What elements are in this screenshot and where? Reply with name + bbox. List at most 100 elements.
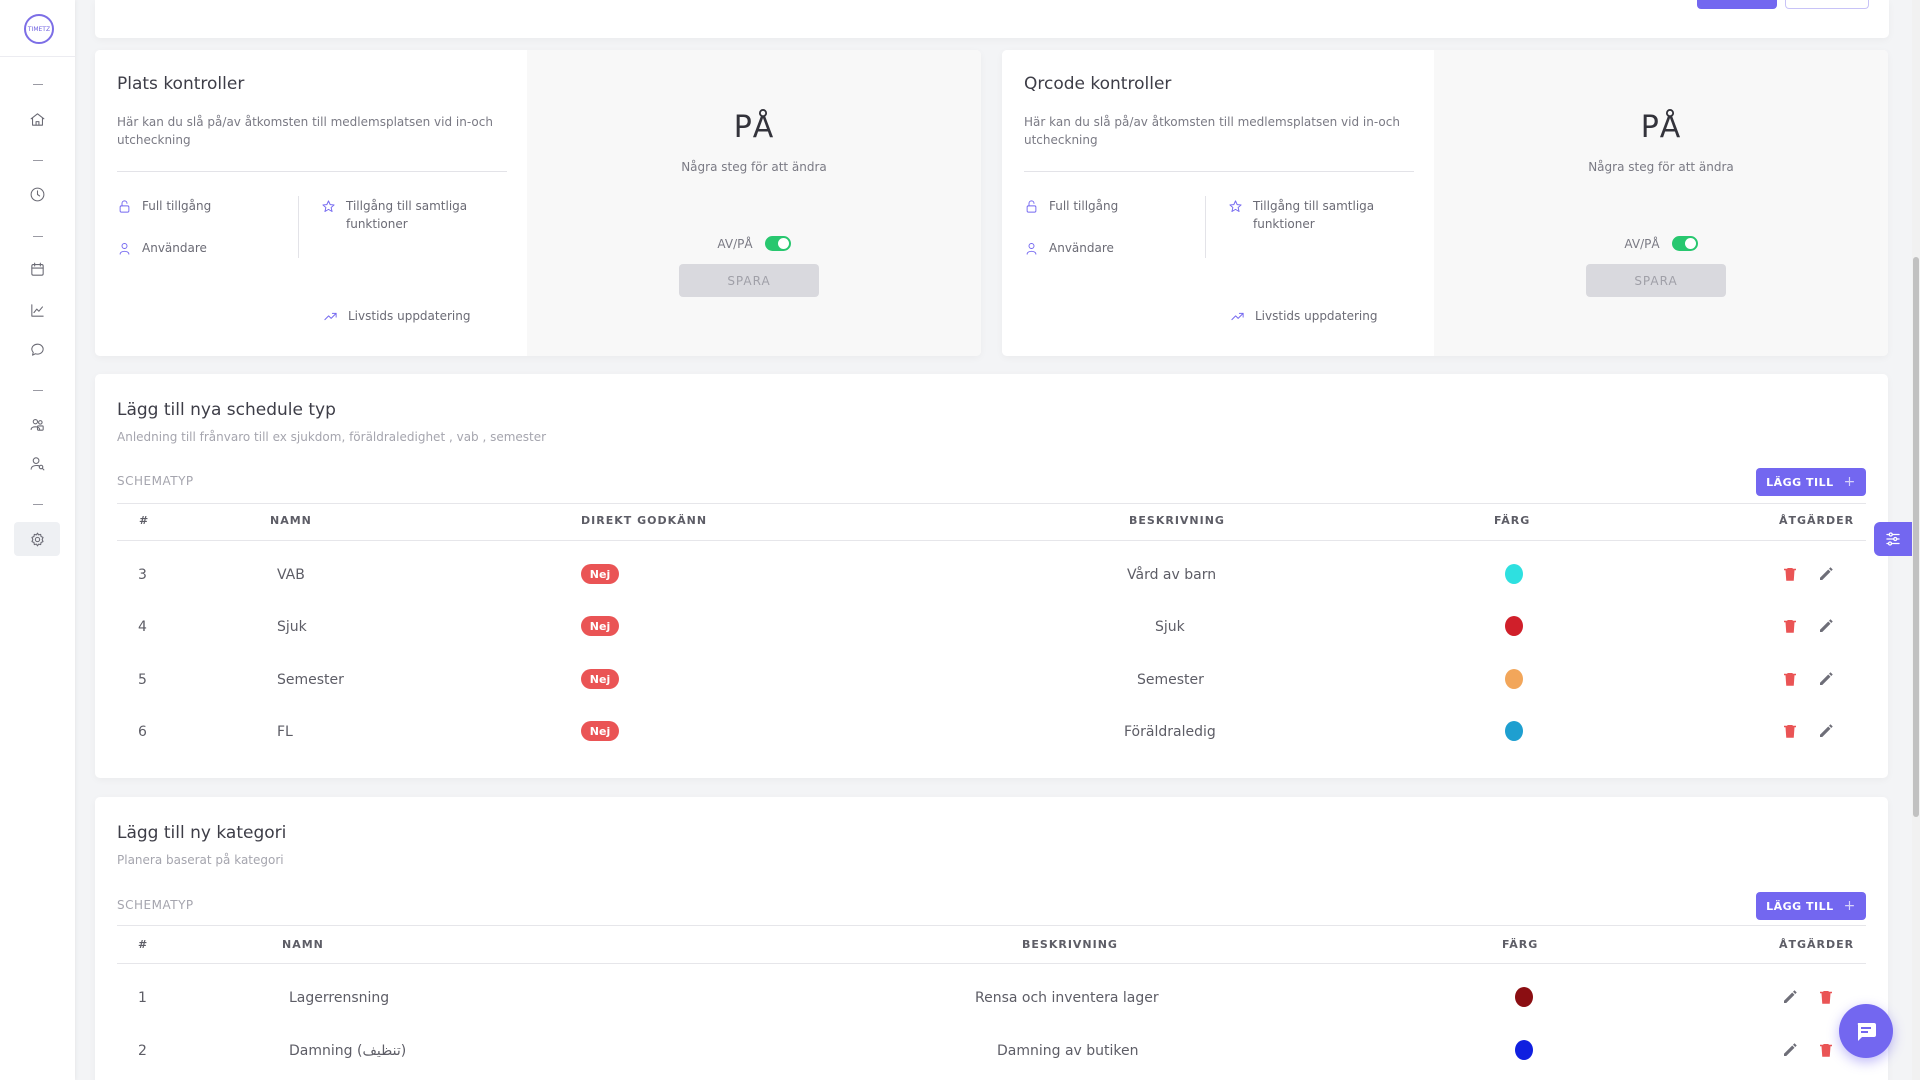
user-search-icon[interactable] bbox=[24, 450, 50, 476]
cell-name: Lagerrensning bbox=[289, 990, 390, 1006]
qrcode-state: PÅ bbox=[1640, 110, 1682, 145]
feature-all-functions: Tillgång till samtliga funktioner bbox=[321, 197, 491, 233]
qrcode-toggle-row: AV/PÅ bbox=[1434, 236, 1888, 251]
delete-icon[interactable] bbox=[1781, 670, 1799, 688]
qrcode-control-info: Qrcode kontroller Här kan du slå på/av å… bbox=[1002, 50, 1434, 356]
status-badge: Nej bbox=[581, 669, 619, 689]
customizer-button[interactable] bbox=[1874, 522, 1912, 556]
nav-separator bbox=[33, 390, 43, 391]
color-swatch bbox=[1505, 721, 1523, 741]
chat-icon[interactable] bbox=[24, 336, 50, 362]
place-toggle-row: AV/PÅ bbox=[527, 236, 981, 251]
edit-icon[interactable] bbox=[1817, 565, 1835, 583]
feature-label: Full tillgång bbox=[142, 199, 212, 213]
primary-action-button[interactable] bbox=[1697, 0, 1777, 9]
qrcode-save-button[interactable]: SPARA bbox=[1586, 264, 1726, 297]
delete-icon[interactable] bbox=[1781, 617, 1799, 635]
schedule-types-section-label: SCHEMATYP bbox=[117, 474, 194, 488]
star-icon bbox=[1229, 200, 1242, 212]
place-state-hint: Några steg för att ändra bbox=[681, 160, 827, 174]
add-category-button[interactable]: LÄGG TILL + bbox=[1756, 892, 1866, 920]
feature-full-access: Full tillgång bbox=[1024, 197, 1118, 215]
cell-id: 2 bbox=[138, 1043, 147, 1059]
logo-text: TIMETZ bbox=[27, 25, 51, 33]
edit-icon[interactable] bbox=[1781, 1041, 1799, 1059]
table-border bbox=[117, 963, 1866, 964]
nav-separator bbox=[33, 160, 43, 161]
cell-name: Semester bbox=[277, 672, 344, 688]
plus-icon: + bbox=[1843, 474, 1856, 490]
feature-label: Tillgång till samtliga funktioner bbox=[346, 199, 468, 231]
place-control-info: Plats kontroller Här kan du slå på/av åt… bbox=[95, 50, 527, 356]
unlock-icon bbox=[1026, 200, 1037, 213]
qrcode-control-card: Qrcode kontroller Här kan du slå på/av å… bbox=[1002, 50, 1888, 356]
col-header-approve: DIREKT GODKÄNN bbox=[581, 514, 708, 527]
feature-label: Full tillgång bbox=[1049, 199, 1119, 213]
feature-users: Användare bbox=[1024, 239, 1114, 257]
place-control-description: Här kan du slå på/av åtkomsten till medl… bbox=[117, 115, 493, 147]
message-icon bbox=[1857, 1023, 1876, 1041]
star-icon bbox=[322, 200, 335, 212]
edit-icon[interactable] bbox=[1817, 670, 1835, 688]
chart-icon[interactable] bbox=[24, 297, 50, 323]
delete-icon[interactable] bbox=[1817, 988, 1835, 1006]
cell-name: Sjuk bbox=[277, 619, 307, 635]
plus-icon: + bbox=[1843, 898, 1856, 914]
color-swatch bbox=[1515, 987, 1533, 1007]
delete-icon[interactable] bbox=[1781, 722, 1799, 740]
cell-id: 1 bbox=[138, 990, 147, 1006]
user-icon bbox=[1026, 243, 1037, 255]
col-header-name: NAMN bbox=[282, 938, 324, 951]
qrcode-toggle[interactable] bbox=[1671, 236, 1698, 251]
place-toggle[interactable] bbox=[764, 236, 791, 251]
table-border bbox=[117, 503, 1866, 504]
delete-icon[interactable] bbox=[1817, 1041, 1835, 1059]
add-schedule-type-button[interactable]: LÄGG TILL + bbox=[1756, 468, 1866, 496]
place-save-button[interactable]: SPARA bbox=[679, 264, 819, 297]
feature-full-access: Full tillgång bbox=[117, 197, 211, 215]
schedule-types-card: Lägg till nya schedule typ Anledning til… bbox=[95, 374, 1888, 778]
col-header-actions: ÅTGÄRDER bbox=[1779, 938, 1855, 951]
delete-icon[interactable] bbox=[1781, 565, 1799, 583]
user-icon bbox=[119, 243, 130, 255]
schedule-types-title: Lägg till nya schedule typ bbox=[117, 400, 336, 420]
toggle-label: AV/PÅ bbox=[1624, 236, 1660, 251]
cell-description: Sjuk bbox=[1155, 619, 1185, 635]
color-swatch bbox=[1515, 1040, 1533, 1060]
schedule-types-subtitle: Anledning till frånvaro till ex sjukdom,… bbox=[117, 430, 547, 444]
home-icon[interactable] bbox=[24, 106, 50, 132]
feature-users: Användare bbox=[117, 239, 207, 257]
clock-icon[interactable] bbox=[24, 181, 50, 207]
col-header-description: BESKRIVNING bbox=[1022, 938, 1118, 951]
cell-id: 5 bbox=[138, 672, 147, 688]
feature-label: Livstids uppdatering bbox=[348, 309, 471, 323]
feature-all-functions: Tillgång till samtliga funktioner bbox=[1228, 197, 1398, 233]
scrollbar-thumb[interactable] bbox=[1913, 257, 1919, 817]
sidebar: TIMETZ bbox=[0, 0, 75, 1080]
cell-description: Föräldraledig bbox=[1124, 724, 1216, 740]
feature-label: Livstids uppdatering bbox=[1255, 309, 1378, 323]
categories-subtitle: Planera baserat på kategori bbox=[117, 853, 284, 867]
chat-button[interactable] bbox=[1839, 1004, 1893, 1058]
app-logo[interactable]: TIMETZ bbox=[24, 14, 54, 44]
edit-icon[interactable] bbox=[1817, 617, 1835, 635]
trending-up-icon bbox=[324, 312, 337, 321]
place-control-state-panel: PÅ Några steg för att ändra AV/PÅ SPARA bbox=[527, 50, 981, 356]
table-border bbox=[117, 540, 1866, 541]
color-swatch bbox=[1505, 616, 1523, 636]
col-header-name: NAMN bbox=[270, 514, 312, 527]
col-header-actions: ÅTGÄRDER bbox=[1779, 514, 1855, 527]
qrcode-state-hint: Några steg för att ändra bbox=[1588, 160, 1734, 174]
calendar-icon[interactable] bbox=[24, 256, 50, 282]
settings-icon[interactable] bbox=[14, 522, 60, 556]
cell-name: VAB bbox=[277, 567, 305, 583]
qrcode-control-state-panel: PÅ Några steg för att ändra AV/PÅ SPARA bbox=[1434, 50, 1888, 356]
team-icon[interactable] bbox=[24, 411, 50, 437]
edit-icon[interactable] bbox=[1781, 988, 1799, 1006]
sliders-icon bbox=[1886, 532, 1900, 546]
secondary-action-button[interactable] bbox=[1785, 0, 1869, 9]
feature-label: Tillgång till samtliga funktioner bbox=[1253, 199, 1375, 231]
edit-icon[interactable] bbox=[1817, 722, 1835, 740]
col-header-color: FÄRG bbox=[1494, 514, 1531, 527]
color-swatch bbox=[1505, 564, 1523, 584]
